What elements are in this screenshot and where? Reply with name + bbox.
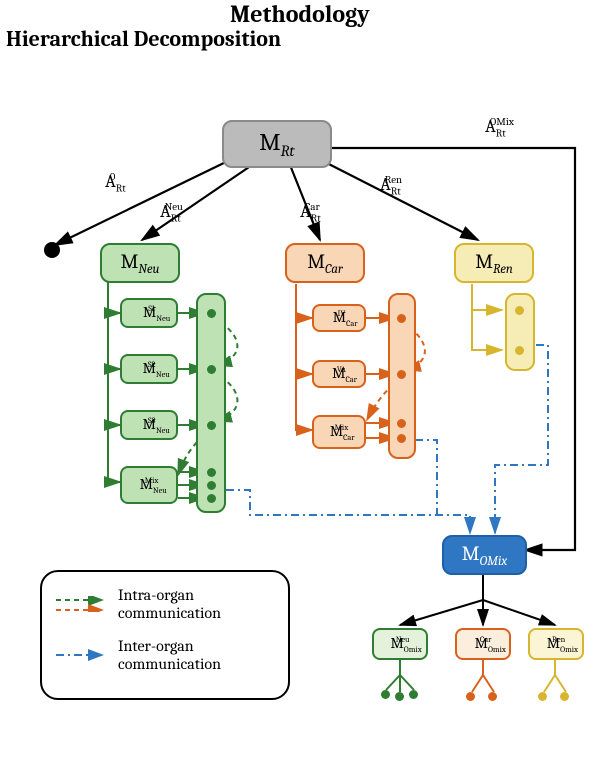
car-dot	[397, 314, 406, 323]
omix-leaf-dot	[488, 692, 497, 701]
omix-leaf-dot	[560, 692, 569, 701]
leaf-neu-s1: MNeuS1	[120, 298, 178, 328]
node-omix: MOMix	[442, 535, 527, 575]
omix-leaf-dot	[538, 692, 547, 701]
leaf-neu-s2: MNeuS2	[120, 354, 178, 384]
node-ren: MRen	[454, 243, 534, 283]
leaf-neu-mix: MNeuMix	[120, 466, 178, 504]
ren-bar	[505, 293, 535, 371]
edge-label-a0: ARt0	[105, 170, 115, 195]
leaf-omix-neu: MOmixNeu	[372, 628, 428, 660]
leaf-car-iv: MCarIV	[312, 304, 366, 332]
ren-dot	[515, 306, 524, 315]
leaf-omix-ren: MOmixRen	[528, 628, 584, 660]
omix-leaf-dot	[409, 690, 418, 699]
edge-label-aNeu: ARtNeu	[160, 200, 183, 225]
node-root: MRt	[222, 120, 332, 168]
leaf-car-va: MCarVA	[312, 360, 366, 388]
neu-bar	[196, 293, 226, 513]
legend-intra: Intra-organcommunication	[56, 586, 274, 623]
page-title: Methodology	[230, 0, 370, 28]
legend-intra-text: Intra-organcommunication	[118, 586, 221, 623]
car-dot	[397, 419, 406, 428]
omix-leaf-dot	[466, 692, 475, 701]
ren-dot	[515, 346, 524, 355]
legend-inter-text: Inter-organcommunication	[118, 637, 221, 674]
edge-label-aOMix: ARtOMix	[485, 115, 514, 140]
neu-dot	[207, 365, 216, 374]
leaf-omix-car: MOmixCar	[455, 628, 511, 660]
legend: Intra-organcommunication Inter-organcomm…	[40, 570, 290, 700]
neu-dot	[207, 309, 216, 318]
neu-dot	[207, 494, 216, 503]
car-dot	[397, 370, 406, 379]
leaf-neu-s3: MNeuS3	[120, 410, 178, 440]
neu-dot	[207, 481, 216, 490]
legend-inter: Inter-organcommunication	[56, 637, 274, 674]
node-neu: MNeu	[100, 243, 180, 283]
car-dot	[397, 434, 406, 443]
omix-leaf-dot	[381, 690, 390, 699]
edge-label-aRen: ARtRen	[380, 173, 402, 198]
omix-tray	[360, 666, 590, 710]
page-subtitle: Hierarchical Decomposition	[6, 26, 281, 52]
neu-dot	[207, 421, 216, 430]
edge-label-aCar: ARtCar	[300, 200, 320, 225]
node-car: MCar	[285, 243, 365, 283]
omix-leaf-dot	[395, 692, 404, 701]
leaf-car-mix: MCarMix	[312, 415, 366, 449]
neu-dot	[207, 468, 216, 477]
terminal-dot	[44, 242, 60, 258]
